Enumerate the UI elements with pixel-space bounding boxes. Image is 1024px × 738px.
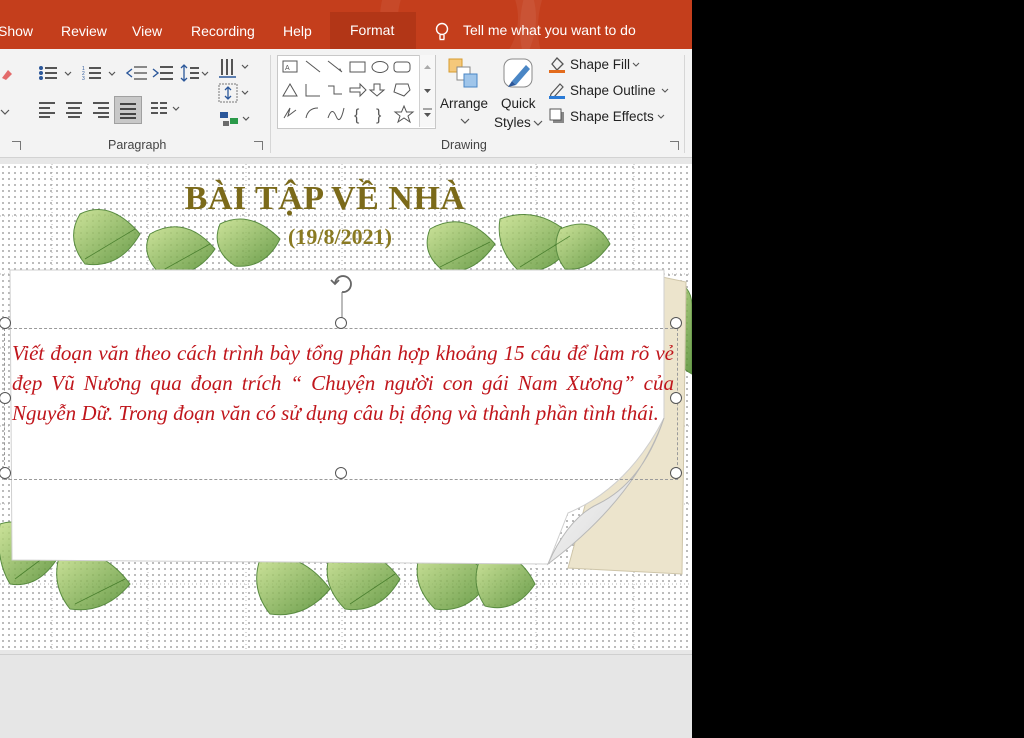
tab-review[interactable]: Review <box>61 22 107 40</box>
lightbulb-icon <box>435 22 449 41</box>
font-dialog-launcher[interactable] <box>12 141 21 150</box>
shapes-gallery[interactable]: A { } <box>277 55 436 129</box>
shape-effects-dropdown-icon[interactable] <box>657 114 665 120</box>
line-spacing-icon[interactable] <box>180 64 210 82</box>
columns-icon[interactable] <box>150 100 182 118</box>
rotate-handle-icon[interactable] <box>327 270 357 322</box>
convert-to-smartart-icon[interactable] <box>218 110 252 128</box>
resize-handle-bottom-right[interactable] <box>670 467 682 479</box>
quick-styles-dropdown-icon[interactable] <box>533 119 543 127</box>
resize-handle-right[interactable] <box>670 392 682 404</box>
gallery-scroll-arrows-icon <box>423 65 432 117</box>
tab-format[interactable]: Format <box>330 12 416 49</box>
shape-effects-button[interactable]: Shape Effects <box>570 109 654 124</box>
shape-effects-icon[interactable] <box>548 107 566 125</box>
bullets-icon[interactable] <box>38 65 74 81</box>
arrange-dropdown-icon[interactable] <box>460 117 470 125</box>
tell-me-text: Tell me what you want to do <box>463 22 636 38</box>
slide-body-text[interactable]: Viết đoạn văn theo cách trình bày tổng p… <box>12 338 674 428</box>
align-text-icon[interactable] <box>218 82 250 104</box>
resize-handle-bottom[interactable] <box>335 467 347 479</box>
slide-title[interactable]: BÀI TẬP VỀ NHÀ <box>0 180 650 218</box>
resize-handle-top[interactable] <box>335 317 347 329</box>
dropdown-arrow-icon[interactable] <box>0 107 10 117</box>
clear-formatting-icon[interactable] <box>0 66 14 82</box>
paint-bucket-icon[interactable] <box>548 55 566 73</box>
quick-styles-label-1[interactable]: Quick <box>501 96 536 111</box>
ribbon-tab-bar: Show Review View Recording Help Format T… <box>0 0 692 49</box>
align-left-icon[interactable] <box>38 100 56 118</box>
resize-handle-top-right[interactable] <box>670 317 682 329</box>
tab-format-label: Format <box>350 22 395 38</box>
increase-indent-icon[interactable] <box>152 65 174 81</box>
svg-text:3: 3 <box>82 76 85 81</box>
align-right-icon[interactable] <box>92 100 110 118</box>
shape-fill-button[interactable]: Shape Fill <box>570 57 630 72</box>
drawing-group-label: Drawing <box>441 138 487 152</box>
justify-icon <box>120 103 136 119</box>
paragraph-group-label: Paragraph <box>108 138 167 152</box>
slide-date[interactable]: (19/8/2021) <box>0 224 680 250</box>
align-center-icon[interactable] <box>65 100 83 118</box>
quick-styles-icon[interactable] <box>500 55 538 93</box>
svg-text:A: A <box>285 65 290 72</box>
shapes-gallery-icons: A { } <box>282 60 415 124</box>
shape-outline-dropdown-icon[interactable] <box>661 88 669 94</box>
tab-recording[interactable]: Recording <box>191 22 255 40</box>
svg-text:{: { <box>354 107 360 124</box>
notes-pane[interactable] <box>0 654 692 738</box>
slide-editing-area: BÀI TẬP VỀ NHÀ (19/8/2021) Viết đoạn văn… <box>0 158 692 654</box>
shape-outline-button[interactable]: Shape Outline <box>570 83 656 98</box>
group-separator <box>684 55 685 153</box>
tab-view[interactable]: View <box>132 22 162 40</box>
tab-help[interactable]: Help <box>283 22 312 40</box>
svg-text:}: } <box>376 107 382 124</box>
decrease-indent-icon[interactable] <box>126 65 148 81</box>
arrange-icon[interactable] <box>447 57 481 91</box>
paragraph-dialog-launcher[interactable] <box>254 141 263 150</box>
quick-styles-label-2[interactable]: Styles <box>494 115 531 130</box>
group-separator <box>270 55 271 153</box>
justify-button[interactable] <box>114 96 142 124</box>
text-direction-icon[interactable] <box>218 57 250 79</box>
shape-fill-dropdown-icon[interactable] <box>632 62 640 68</box>
powerpoint-window: Show Review View Recording Help Format T… <box>0 0 692 738</box>
numbering-icon[interactable]: 1 2 3 <box>82 65 118 81</box>
arrange-label[interactable]: Arrange <box>440 96 488 111</box>
tab-slide-show[interactable]: Show <box>0 22 33 40</box>
shapes-gallery-scroll[interactable] <box>419 55 435 127</box>
pen-outline-icon[interactable] <box>548 81 566 99</box>
ribbon-body: 1 2 3 Paragraph A {} Arrange Quick Styl… <box>0 49 692 158</box>
drawing-dialog-launcher[interactable] <box>670 141 679 150</box>
slide[interactable]: BÀI TẬP VỀ NHÀ (19/8/2021) Viết đoạn văn… <box>0 164 692 650</box>
